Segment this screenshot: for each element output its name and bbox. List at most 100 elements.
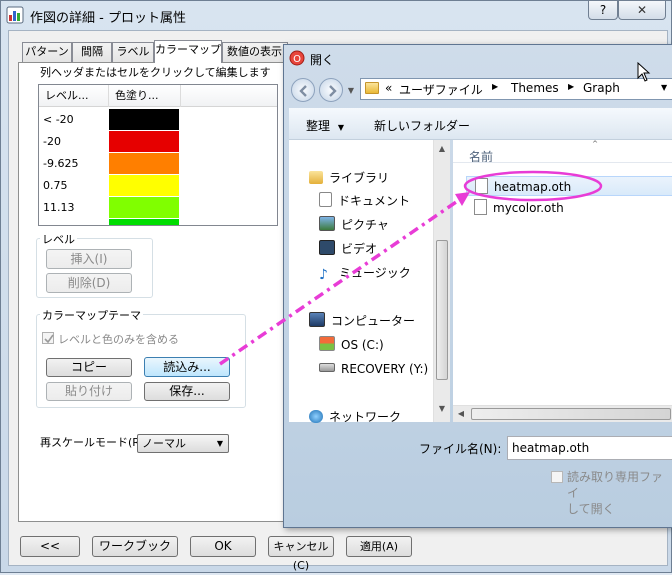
music-note-icon: ♪ [319,267,328,283]
copy-button[interactable]: コピー [46,358,132,377]
nav-item-pictures[interactable]: ピクチャ [319,215,389,235]
hscrollbar-thumb[interactable] [471,408,671,420]
include-levels-label: レベルと色のみを含める [58,333,179,346]
apply-button[interactable]: 適用(A) [346,536,412,557]
column-header-fill[interactable]: 色塗り... [109,85,181,107]
new-folder-button[interactable]: 新しいフォルダー [374,117,470,134]
readonly-label: 読み取り専用ファイ して開く [567,470,664,516]
colormap-hint: 列ヘッダまたはセルをクリックして編集します [40,66,271,79]
nav-item-os-drive[interactable]: OS (C:) [319,335,384,355]
close-button[interactable]: ✕ [618,0,666,20]
chevron-right-icon: ▶ [492,82,499,91]
nav-item-computer[interactable]: コンピューター [309,311,415,331]
drive-icon [319,363,335,372]
folder-icon [365,82,379,94]
svg-text:O: O [293,54,301,65]
chevron-down-icon[interactable]: ▼ [661,83,667,92]
file-icon [475,178,488,194]
help-button[interactable]: ? [588,0,618,20]
table-row[interactable]: -20 [39,131,277,153]
organize-label: 整理 [306,119,331,133]
document-icon [319,192,332,207]
rescale-mode-select[interactable]: ノーマル ▼ [137,434,229,453]
scroll-down-icon[interactable]: ▼ [436,404,448,413]
level-cell: -20 [43,135,61,148]
level-cell: 11.13 [43,201,75,214]
tab-pattern[interactable]: パターン [22,42,72,62]
level-cell: < -20 [43,113,74,126]
back-button[interactable]: << [20,536,80,557]
organize-button[interactable]: 整理 ▼ [306,117,344,134]
open-dialog-icon: O [289,50,305,66]
color-swatch[interactable] [109,131,179,152]
table-row[interactable]: < -20 [39,109,277,131]
nav-item-recovery-drive[interactable]: RECOVERY (Y:) [319,359,428,379]
scroll-up-icon[interactable]: ▲ [436,144,448,153]
cancel-button[interactable]: キャンセル(C) [268,536,334,572]
breadcrumb-item[interactable]: Themes [511,81,559,95]
breadcrumb-item[interactable]: ユーザファイル [399,81,483,98]
colormap-table[interactable]: レベル... 色塗り... < -20 -20 -9.625 0.75 11.1… [38,84,278,226]
open-dialog-title: 開く [310,53,335,67]
app-icon [6,6,24,24]
nav-item-videos[interactable]: ビデオ [319,239,377,259]
scrollbar-thumb[interactable] [436,240,448,380]
filename-input[interactable]: heatmap.oth [507,436,672,460]
picture-icon [319,216,335,231]
mouse-cursor-icon [637,61,651,85]
paste-button[interactable]: 貼り付け [46,382,132,401]
tab-colormap[interactable]: カラーマップ [154,40,222,63]
level-group-label: レベル [40,231,77,247]
color-swatch[interactable] [109,197,179,218]
back-nav-button[interactable] [291,78,315,102]
nav-item-documents[interactable]: ドキュメント [319,191,410,211]
breadcrumb-item[interactable]: Graph [583,81,620,95]
rescale-mode-value: ノーマル [142,437,186,450]
level-cell: -9.625 [43,157,79,170]
ok-button[interactable]: OK [190,536,256,557]
filename-label: ファイル名(N): [419,442,502,456]
workbook-button[interactable]: ワークブック [92,536,178,557]
table-row[interactable]: 11.13 [39,197,277,219]
main-window-title: 作図の詳細 - プロット属性 [30,11,186,26]
chevron-right-icon: ▶ [568,82,575,91]
table-row[interactable]: 0.75 [39,175,277,197]
load-button[interactable]: 読込み... [144,357,230,377]
file-item-heatmap[interactable]: heatmap.oth [466,176,672,196]
network-icon [309,410,323,423]
color-swatch[interactable] [109,109,179,130]
nav-pane-scrollbar[interactable]: ▲ ▼ [433,140,450,422]
library-icon [309,171,323,184]
video-icon [319,240,335,255]
save-button[interactable]: 保存... [144,382,230,401]
insert-button[interactable]: 挿入(I) [46,249,132,269]
delete-button[interactable]: 削除(D) [46,273,132,293]
color-swatch-partial [109,219,179,225]
colormap-theme-label: カラーマップテーマ [40,307,143,323]
tab-numeric-display[interactable]: 数値の表示 [222,42,288,62]
column-divider [453,162,672,163]
chevron-down-icon: ▼ [337,123,344,132]
chevron-down-icon: ▼ [216,439,223,448]
scroll-left-icon[interactable]: ◀ [455,409,467,418]
file-icon [474,199,487,215]
nav-item-library[interactable]: ライブラリ [309,168,389,188]
nav-item-network[interactable]: ネットワーク [309,407,401,427]
recent-locations-chevron-icon[interactable]: ▼ [346,86,356,95]
file-pane-hscrollbar[interactable]: ◀ [453,405,672,422]
readonly-checkbox[interactable] [551,471,563,483]
include-levels-checkbox[interactable] [42,332,54,344]
level-cell: 0.75 [43,179,68,192]
windows-drive-icon [319,336,335,351]
tab-label[interactable]: ラベル [112,42,154,62]
tab-spacing[interactable]: 間隔 [72,42,112,62]
address-bar[interactable]: « ユーザファイル ▶ Themes ▶ Graph ▼ [360,78,672,100]
table-row[interactable]: -9.625 [39,153,277,175]
nav-item-music[interactable]: ♪ ミュージック [319,263,411,283]
column-header-level[interactable]: レベル... [39,85,109,107]
forward-nav-button[interactable] [319,78,343,102]
breadcrumb-prefix[interactable]: « [385,81,392,95]
color-swatch[interactable] [109,175,179,196]
file-item-mycolor[interactable]: mycolor.oth [466,198,672,218]
color-swatch[interactable] [109,153,179,174]
